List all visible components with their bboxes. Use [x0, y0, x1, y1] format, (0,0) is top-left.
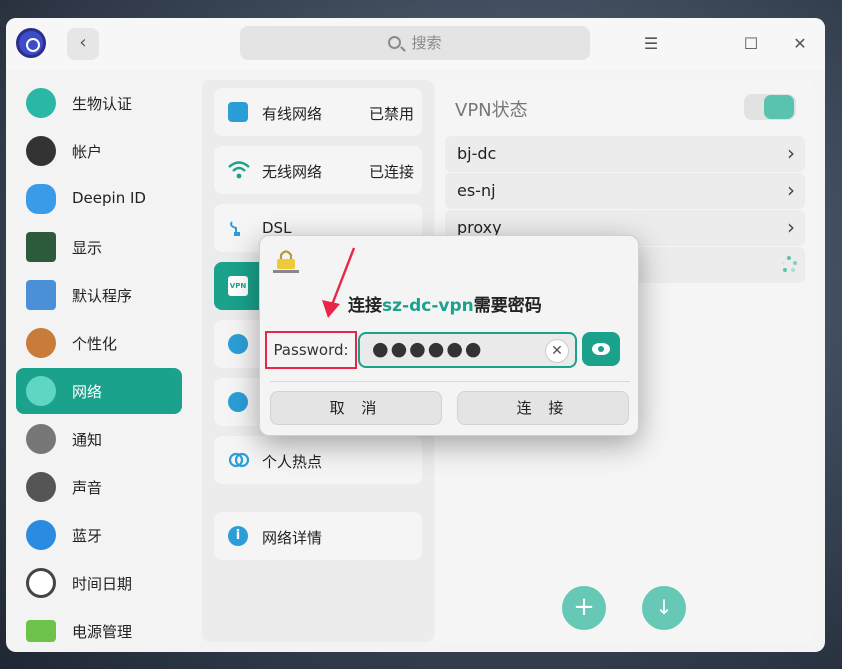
show-password-button[interactable] [582, 332, 620, 366]
monitor-icon [26, 232, 56, 262]
network-item-status: 已连接 [368, 163, 414, 181]
close-icon: ✕ [793, 34, 807, 53]
sidebar-item-personalization[interactable]: 个性化 [16, 320, 182, 366]
sidebar-item-label: 蓝牙 [72, 527, 103, 545]
network-icon [26, 376, 56, 406]
vpn-connection-row[interactable]: bj-dc › [445, 136, 805, 172]
speaker-icon [26, 472, 56, 502]
network-item-label: 网络详情 [262, 529, 323, 547]
control-center-logo-icon [16, 28, 46, 58]
network-item-details[interactable]: i 网络详情 [214, 512, 422, 560]
search-placeholder: 搜索 [411, 34, 442, 52]
sidebar-item-biometric[interactable]: 生物认证 [16, 80, 182, 126]
wifi-icon [228, 160, 250, 180]
proxy-icon [228, 334, 248, 354]
maximize-icon: ☐ [743, 34, 759, 53]
dialog-divider [270, 381, 630, 382]
wired-icon [228, 102, 248, 122]
sidebar-item-label: 帐户 [72, 143, 103, 161]
network-item-hotspot[interactable]: 个人热点 [214, 436, 422, 484]
sidebar-item-label: 电源管理 [72, 623, 133, 641]
clock-icon [26, 568, 56, 598]
network-item-status: 已禁用 [368, 105, 414, 123]
password-input[interactable]: ●●●●●● ✕ [358, 332, 577, 368]
sidebar-item-accounts[interactable]: 帐户 [16, 128, 182, 174]
vpn-status-title: VPN状态 [455, 100, 528, 121]
cloud-icon [26, 184, 56, 214]
menu-button[interactable]: ☰ [641, 34, 661, 54]
info-icon: i [228, 526, 248, 546]
sidebar-item-network[interactable]: 网络 [16, 368, 182, 414]
vpn-connection-name: es-nj [457, 181, 496, 200]
dsl-icon [228, 218, 248, 238]
chevron-left-icon: ‹ [79, 32, 87, 53]
plus-icon: + [573, 592, 595, 622]
vpn-toggle[interactable] [744, 94, 796, 120]
clear-password-button[interactable]: ✕ [545, 339, 569, 363]
dialog-title: 连接sz-dc-vpn需要密码 [348, 291, 542, 316]
close-button[interactable]: ✕ [790, 34, 810, 54]
sidebar-item-bluetooth[interactable]: 蓝牙 [16, 512, 182, 558]
search-icon [388, 36, 402, 49]
vpn-icon: VPN [228, 276, 248, 296]
chevron-right-icon[interactable]: › [787, 178, 795, 202]
sidebar-item-label: 个性化 [72, 335, 118, 353]
sidebar: 生物认证 帐户 Deepin ID 显示 默认程序 个性化 网络 通知 声音 蓝… [6, 78, 196, 652]
chevron-right-icon[interactable]: › [787, 215, 795, 239]
add-vpn-button[interactable]: + [562, 586, 606, 630]
vpn-connection-row[interactable]: es-nj › [445, 173, 805, 209]
user-icon [26, 136, 56, 166]
default-apps-icon [26, 280, 56, 310]
network-item-label: 无线网络 [262, 163, 323, 181]
vpn-connection-name: bj-dc [457, 144, 497, 163]
close-icon: ✕ [551, 343, 563, 359]
sidebar-item-sound[interactable]: 声音 [16, 464, 182, 510]
sidebar-item-display[interactable]: 显示 [16, 224, 182, 270]
search-input[interactable]: 搜索 [240, 26, 590, 60]
sidebar-item-notification[interactable]: 通知 [16, 416, 182, 462]
sidebar-item-label: 声音 [72, 479, 103, 497]
sidebar-item-label: 通知 [72, 431, 103, 449]
fingerprint-icon [26, 88, 56, 118]
cancel-button[interactable]: 取 消 [270, 391, 442, 425]
sidebar-item-label: Deepin ID [72, 189, 146, 207]
chevron-right-icon[interactable]: › [787, 141, 795, 165]
app-proxy-icon [228, 392, 248, 412]
sidebar-item-label: 网络 [72, 383, 103, 401]
sidebar-item-label: 显示 [72, 239, 103, 257]
password-label: Password: [265, 331, 357, 369]
sidebar-item-label: 生物认证 [72, 95, 133, 113]
toggle-knob [764, 95, 794, 119]
hamburger-icon: ☰ [643, 34, 659, 53]
network-item-label: 有线网络 [262, 105, 323, 123]
sidebar-item-default-apps[interactable]: 默认程序 [16, 272, 182, 318]
dialog-title-suffix: 需要密码 [473, 296, 542, 316]
sidebar-item-datetime[interactable]: 时间日期 [16, 560, 182, 606]
dialog-title-connection-name: sz-dc-vpn [382, 296, 474, 316]
network-lock-icon [272, 248, 300, 276]
sidebar-item-power[interactable]: 电源管理 [16, 608, 182, 652]
network-item-wired[interactable]: 有线网络 已禁用 [214, 88, 422, 136]
battery-icon [26, 620, 56, 642]
sidebar-item-deepin-id[interactable]: Deepin ID [16, 176, 182, 222]
loading-spinner-icon [779, 255, 799, 275]
connect-button[interactable]: 连 接 [457, 391, 629, 425]
bluetooth-icon [26, 520, 56, 550]
sidebar-item-label: 时间日期 [72, 575, 133, 593]
eye-icon [592, 343, 610, 355]
download-icon: ↓ [655, 595, 673, 619]
back-button[interactable]: ‹ [67, 28, 99, 60]
palette-icon [26, 328, 56, 358]
network-item-wireless[interactable]: 无线网络 已连接 [214, 146, 422, 194]
annotation-arrow-icon [310, 244, 370, 324]
title-bar: ‹ 搜索 ☰ ☐ ✕ [6, 18, 825, 70]
sidebar-item-label: 默认程序 [72, 287, 133, 305]
password-value: ●●●●●● [372, 338, 484, 360]
import-vpn-button[interactable]: ↓ [642, 586, 686, 630]
maximize-button[interactable]: ☐ [741, 34, 761, 54]
hotspot-icon [228, 450, 250, 470]
bell-icon [26, 424, 56, 454]
network-item-label: 个人热点 [262, 453, 323, 471]
